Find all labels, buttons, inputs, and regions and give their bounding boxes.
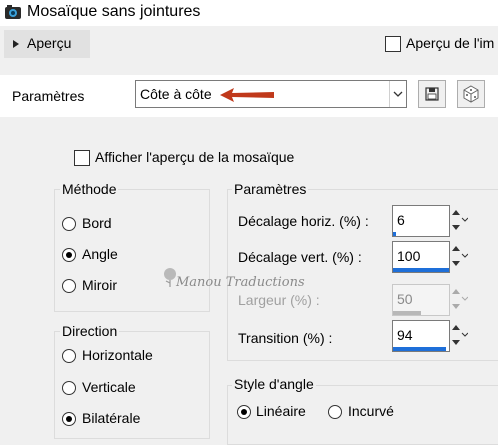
corner-curved-label: Incurvé bbox=[348, 403, 394, 419]
method-mirror-radio[interactable] bbox=[62, 279, 76, 293]
spinner-arrows-icon bbox=[452, 289, 468, 309]
direction-vertical-label: Verticale bbox=[82, 379, 136, 395]
preview-toggle-button[interactable]: Aperçu bbox=[4, 30, 90, 58]
h-offset-level-bar bbox=[393, 232, 397, 236]
v-offset-label: Décalage vert. (%) : bbox=[238, 249, 362, 265]
h-offset-label: Décalage horiz. (%) : bbox=[238, 213, 369, 229]
method-edge-label: Bord bbox=[82, 215, 112, 231]
corner-linear-label: Linéaire bbox=[256, 403, 306, 419]
dice-icon bbox=[463, 85, 479, 103]
width-input: 50 bbox=[392, 284, 450, 316]
width-spinner: 50 bbox=[392, 284, 468, 318]
width-value: 50 bbox=[397, 291, 413, 307]
width-label: Largeur (%) : bbox=[238, 292, 320, 308]
transition-level-bar bbox=[393, 347, 446, 351]
show-mosaic-label: Afficher l'aperçu de la mosaïque bbox=[95, 149, 295, 165]
watermark-text: Manou Traductions bbox=[176, 275, 305, 290]
transition-label: Transition (%) : bbox=[238, 330, 333, 346]
corner-style-title: Style d'angle bbox=[232, 376, 316, 392]
show-mosaic-checkbox[interactable] bbox=[74, 150, 90, 166]
method-mirror-label: Miroir bbox=[82, 277, 117, 293]
transition-input[interactable]: 94 bbox=[392, 320, 450, 352]
method-edge-radio[interactable] bbox=[62, 217, 76, 231]
chevron-down-icon bbox=[389, 81, 406, 107]
h-offset-input[interactable]: 6 bbox=[392, 205, 450, 237]
random-button[interactable] bbox=[457, 80, 485, 108]
preview-toggle-label: Aperçu bbox=[27, 35, 72, 51]
save-icon bbox=[425, 87, 439, 101]
direction-title: Direction bbox=[60, 323, 120, 339]
direction-horizontal-label: Horizontale bbox=[82, 347, 153, 363]
h-offset-value: 6 bbox=[397, 212, 405, 228]
direction-bilateral-radio[interactable] bbox=[62, 412, 76, 426]
direction-vertical-radio[interactable] bbox=[62, 381, 76, 395]
spinner-arrows-icon[interactable] bbox=[450, 205, 468, 237]
app-icon bbox=[5, 5, 21, 19]
spinner-arrows-icon[interactable] bbox=[450, 320, 468, 352]
params-title: Paramètres bbox=[232, 181, 309, 197]
direction-horizontal-radio[interactable] bbox=[62, 349, 76, 363]
direction-bilateral-label: Bilatérale bbox=[82, 410, 141, 426]
pointer-arrow-icon bbox=[220, 88, 274, 102]
method-corner-radio[interactable] bbox=[62, 248, 76, 262]
corner-curved-radio[interactable] bbox=[328, 405, 342, 419]
width-level-bar bbox=[393, 311, 421, 315]
transition-spinner[interactable]: 94 bbox=[392, 320, 468, 354]
preset-value: Côte à côte bbox=[140, 86, 212, 102]
image-preview-label: Aperçu de l'im bbox=[406, 35, 495, 51]
v-offset-spinner[interactable]: 100 bbox=[392, 241, 468, 275]
corner-linear-radio[interactable] bbox=[237, 405, 251, 419]
h-offset-spinner[interactable]: 6 bbox=[392, 205, 468, 239]
expand-arrow-icon bbox=[13, 40, 19, 48]
spinner-arrows-icon[interactable] bbox=[450, 241, 468, 273]
v-offset-level-bar bbox=[393, 268, 449, 272]
window-title: Mosaïque sans jointures bbox=[27, 3, 201, 20]
method-corner-label: Angle bbox=[82, 246, 118, 262]
v-offset-input[interactable]: 100 bbox=[392, 241, 450, 273]
presets-label: Paramètres bbox=[12, 88, 85, 104]
v-offset-value: 100 bbox=[397, 248, 421, 264]
save-preset-button[interactable] bbox=[418, 80, 446, 108]
method-title: Méthode bbox=[60, 181, 119, 197]
image-preview-checkbox[interactable] bbox=[385, 36, 401, 52]
method-group bbox=[54, 189, 210, 312]
transition-value: 94 bbox=[397, 327, 413, 343]
